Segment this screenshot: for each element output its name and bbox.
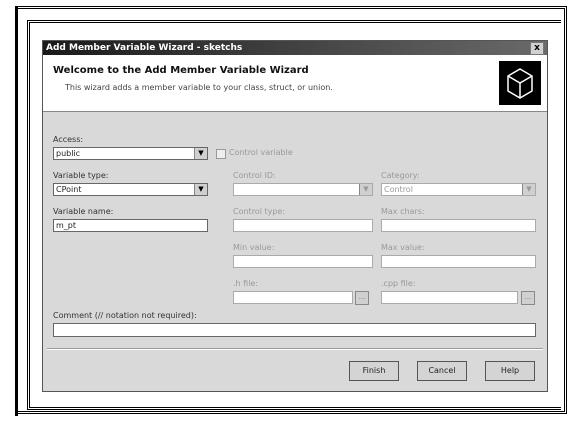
chevron-down-icon[interactable]: ▼ <box>194 148 207 159</box>
add-member-variable-dialog: Add Member Variable Wizard - sketchs x W… <box>42 40 548 392</box>
category-label: Category: <box>381 171 420 180</box>
control-type-input[interactable] <box>233 219 373 232</box>
close-button[interactable]: x <box>530 42 544 55</box>
finish-button[interactable]: Finish <box>349 361 399 381</box>
wizard-title: Welcome to the Add Member Variable Wizar… <box>53 65 309 76</box>
max-value-label: Max value: <box>381 243 425 252</box>
chevron-down-icon[interactable]: ▼ <box>194 184 207 195</box>
h-file-browse-button[interactable]: ... <box>355 291 369 305</box>
chevron-down-icon[interactable]: ▼ <box>359 184 372 195</box>
max-chars-label: Max chars: <box>381 207 425 216</box>
wizard-cube-icon <box>499 61 541 105</box>
control-variable-label: Control variable <box>229 148 293 157</box>
access-value: public <box>56 149 81 158</box>
max-value-input[interactable] <box>381 255 536 268</box>
wizard-header: Welcome to the Add Member Variable Wizar… <box>43 55 547 112</box>
variable-type-label: Variable type: <box>53 171 109 180</box>
help-button[interactable]: Help <box>485 361 535 381</box>
category-value: Control <box>384 185 413 194</box>
variable-name-input[interactable]: m_pt <box>53 219 208 232</box>
button-separator <box>47 348 543 350</box>
min-value-input[interactable] <box>233 255 373 268</box>
cpp-file-input[interactable] <box>381 291 518 304</box>
min-value-label: Min value: <box>233 243 275 252</box>
control-type-label: Control type: <box>233 207 286 216</box>
cpp-file-label: .cpp file: <box>381 279 416 288</box>
access-select[interactable]: public ▼ <box>53 147 208 160</box>
variable-type-value: CPoint <box>56 185 82 194</box>
control-id-label: Control ID: <box>233 171 276 180</box>
chevron-down-icon[interactable]: ▼ <box>522 184 535 195</box>
cpp-file-browse-button[interactable]: ... <box>521 291 535 305</box>
h-file-label: .h file: <box>233 279 259 288</box>
title-bar[interactable]: Add Member Variable Wizard - sketchs x <box>43 41 547 55</box>
control-variable-checkbox[interactable] <box>216 149 226 159</box>
cancel-button[interactable]: Cancel <box>417 361 467 381</box>
control-id-select[interactable]: ▼ <box>233 183 373 196</box>
h-file-input[interactable] <box>233 291 353 304</box>
max-chars-input[interactable] <box>381 219 536 232</box>
window-title: Add Member Variable Wizard - sketchs <box>46 43 243 53</box>
variable-name-label: Variable name: <box>53 207 114 216</box>
variable-type-select[interactable]: CPoint ▼ <box>53 183 208 196</box>
category-select[interactable]: Control ▼ <box>381 183 536 196</box>
access-label: Access: <box>53 135 84 144</box>
comment-input[interactable] <box>53 323 536 337</box>
wizard-subtitle: This wizard adds a member variable to yo… <box>65 83 333 92</box>
comment-label: Comment (// notation not required): <box>53 311 197 320</box>
